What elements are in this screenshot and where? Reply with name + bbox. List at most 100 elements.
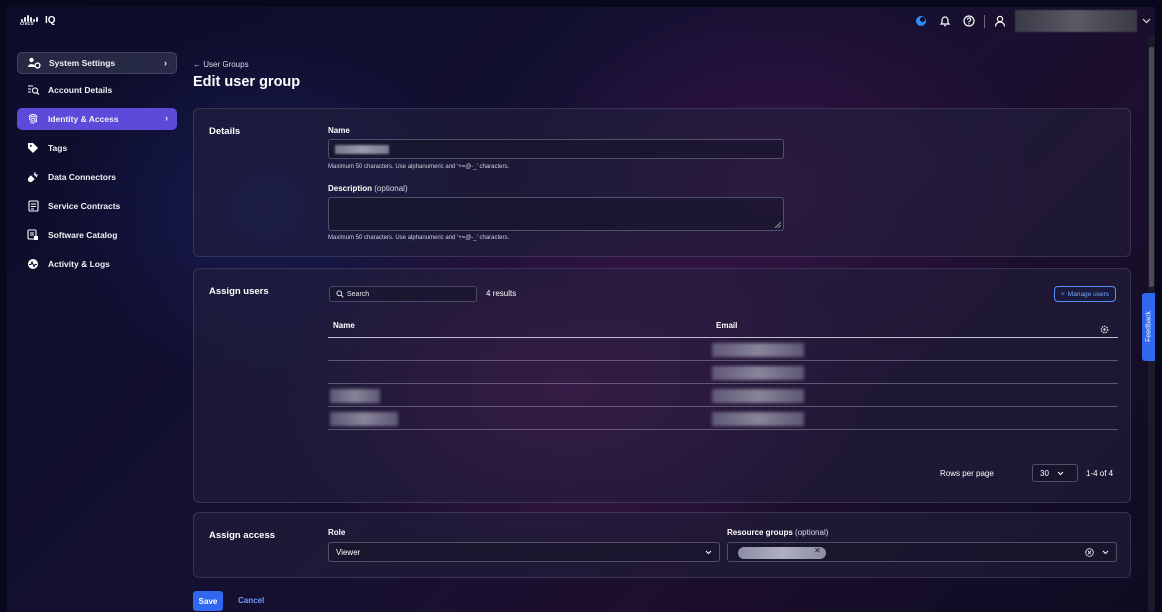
chevron-down-icon[interactable] bbox=[1137, 18, 1155, 24]
clear-all-icon[interactable] bbox=[1085, 548, 1094, 557]
role-label: Role bbox=[328, 528, 346, 537]
chip-remove-icon[interactable]: ✕ bbox=[814, 546, 821, 555]
row-divider bbox=[328, 360, 1118, 361]
page-title: Edit user group bbox=[193, 74, 301, 90]
plus-icon: + bbox=[1061, 290, 1065, 298]
top-right-controls bbox=[912, 7, 1155, 35]
table-header-divider bbox=[328, 337, 1118, 338]
row-divider bbox=[328, 429, 1118, 430]
name-input[interactable] bbox=[328, 139, 784, 159]
search-placeholder: Search bbox=[347, 290, 370, 298]
optional-tag: (optional) bbox=[795, 528, 829, 537]
assign-access-section-title: Assign access bbox=[209, 530, 276, 541]
role-value: Viewer bbox=[336, 547, 361, 557]
description-label: Description (optional) bbox=[328, 184, 408, 193]
description-label-text: Description bbox=[328, 184, 373, 193]
sidebar-item-system-settings[interactable]: System Settings › bbox=[17, 52, 177, 74]
sidebar-item-label: Account Details bbox=[48, 85, 113, 95]
sidebar-item-activity-logs[interactable]: Activity & Logs bbox=[17, 253, 177, 275]
email-cell-redacted bbox=[712, 366, 804, 380]
users-gear-icon bbox=[27, 56, 41, 70]
resource-group-chip-redacted[interactable] bbox=[738, 547, 826, 559]
manage-users-button[interactable]: + Manage users bbox=[1054, 286, 1116, 302]
sidebar-item-label: System Settings bbox=[49, 58, 116, 68]
save-button[interactable]: Save bbox=[193, 591, 223, 611]
row-divider bbox=[328, 383, 1118, 384]
column-header-email[interactable]: Email bbox=[716, 321, 737, 330]
optional-tag: (optional) bbox=[374, 184, 408, 193]
results-count: 4 results bbox=[486, 289, 517, 298]
chevron-down-icon bbox=[1057, 471, 1064, 475]
resource-groups-label: Resource groups (optional) bbox=[727, 528, 828, 537]
name-cell-redacted bbox=[330, 412, 398, 426]
manage-users-label: Manage users bbox=[1067, 290, 1109, 298]
sidebar-item-software-catalog[interactable]: Software Catalog bbox=[17, 224, 177, 246]
rows-per-page-value: 30 bbox=[1040, 468, 1049, 478]
top-bar: cisco IQ bbox=[7, 7, 1155, 35]
back-link-user-groups[interactable]: ← User Groups bbox=[193, 60, 249, 69]
email-cell-redacted bbox=[712, 343, 804, 357]
feedback-label: Feedback bbox=[1145, 311, 1153, 342]
bell-icon[interactable] bbox=[936, 12, 954, 30]
name-label: Name bbox=[328, 126, 350, 135]
rows-per-page-select[interactable]: 30 bbox=[1032, 464, 1078, 482]
sidebar-item-label: Identity & Access bbox=[48, 114, 119, 124]
resize-handle-icon[interactable] bbox=[775, 222, 781, 228]
app-window: cisco IQ System Settings › Account Detai… bbox=[7, 7, 1155, 612]
resource-groups-label-text: Resource groups bbox=[727, 528, 793, 537]
chevron-down-icon[interactable] bbox=[1102, 550, 1109, 555]
assistant-icon[interactable] bbox=[912, 12, 930, 30]
sidebar-item-tags[interactable]: Tags bbox=[17, 137, 177, 159]
details-section-title: Details bbox=[209, 126, 241, 137]
search-icon bbox=[336, 290, 344, 298]
cancel-button[interactable]: Cancel bbox=[238, 596, 264, 605]
help-icon[interactable] bbox=[960, 12, 978, 30]
email-cell-redacted bbox=[712, 412, 804, 426]
user-name-redacted[interactable] bbox=[1015, 10, 1137, 32]
description-hint: Maximum 50 characters. Use alphanumeric … bbox=[328, 235, 510, 241]
activity-icon bbox=[26, 257, 40, 271]
search-input[interactable]: Search bbox=[329, 286, 477, 302]
fingerprint-icon bbox=[26, 112, 40, 126]
sidebar-item-data-connectors[interactable]: Data Connectors bbox=[17, 166, 177, 188]
chevron-right-icon: › bbox=[164, 58, 167, 68]
sidebar-item-label: Tags bbox=[48, 143, 68, 153]
description-textarea[interactable] bbox=[328, 197, 784, 231]
chevron-down-icon bbox=[705, 550, 712, 555]
catalog-icon bbox=[26, 228, 40, 242]
name-value-redacted bbox=[335, 145, 389, 154]
sidebar-item-service-contracts[interactable]: Service Contracts bbox=[17, 195, 177, 217]
sidebar-nav: System Settings › Account Details Identi… bbox=[17, 52, 177, 282]
scrollbar-thumb[interactable] bbox=[1149, 47, 1154, 287]
contract-icon bbox=[26, 199, 40, 213]
details-card: Details Name Maximum 50 characters. Use … bbox=[193, 108, 1131, 257]
logo-word: cisco bbox=[20, 21, 34, 27]
sidebar-item-label: Service Contracts bbox=[48, 201, 121, 211]
plug-icon bbox=[26, 170, 40, 184]
app-name: IQ bbox=[45, 14, 56, 26]
app-logo[interactable]: cisco IQ bbox=[20, 14, 56, 28]
name-cell-redacted bbox=[330, 389, 380, 403]
name-hint: Maximum 50 characters. Use alphanumeric … bbox=[328, 164, 510, 170]
sidebar-item-account-details[interactable]: Account Details bbox=[17, 79, 177, 101]
pagination-range: 1-4 of 4 bbox=[1086, 469, 1114, 478]
sidebar-item-label: Software Catalog bbox=[48, 230, 118, 240]
column-header-name[interactable]: Name bbox=[333, 321, 355, 330]
rows-per-page-label: Rows per page bbox=[940, 469, 994, 478]
user-icon[interactable] bbox=[991, 12, 1009, 30]
sidebar-item-identity-access[interactable]: Identity & Access › bbox=[17, 108, 177, 130]
sidebar-item-label: Activity & Logs bbox=[48, 259, 110, 269]
sidebar-item-label: Data Connectors bbox=[48, 172, 117, 182]
tag-icon bbox=[26, 141, 40, 155]
email-cell-redacted bbox=[712, 389, 804, 403]
list-search-icon bbox=[26, 83, 40, 97]
assign-access-card: Assign access Role Viewer Resource group… bbox=[193, 512, 1131, 578]
row-divider bbox=[328, 406, 1118, 407]
cisco-logo-icon: cisco bbox=[20, 14, 40, 27]
resource-groups-select[interactable]: ✕ bbox=[727, 542, 1117, 562]
role-select[interactable]: Viewer bbox=[328, 542, 720, 562]
divider bbox=[984, 14, 985, 28]
assign-users-card: Assign users Search 4 results + Manage u… bbox=[193, 268, 1131, 503]
chevron-right-icon: › bbox=[165, 113, 168, 123]
feedback-tab[interactable]: Feedback bbox=[1142, 293, 1155, 361]
